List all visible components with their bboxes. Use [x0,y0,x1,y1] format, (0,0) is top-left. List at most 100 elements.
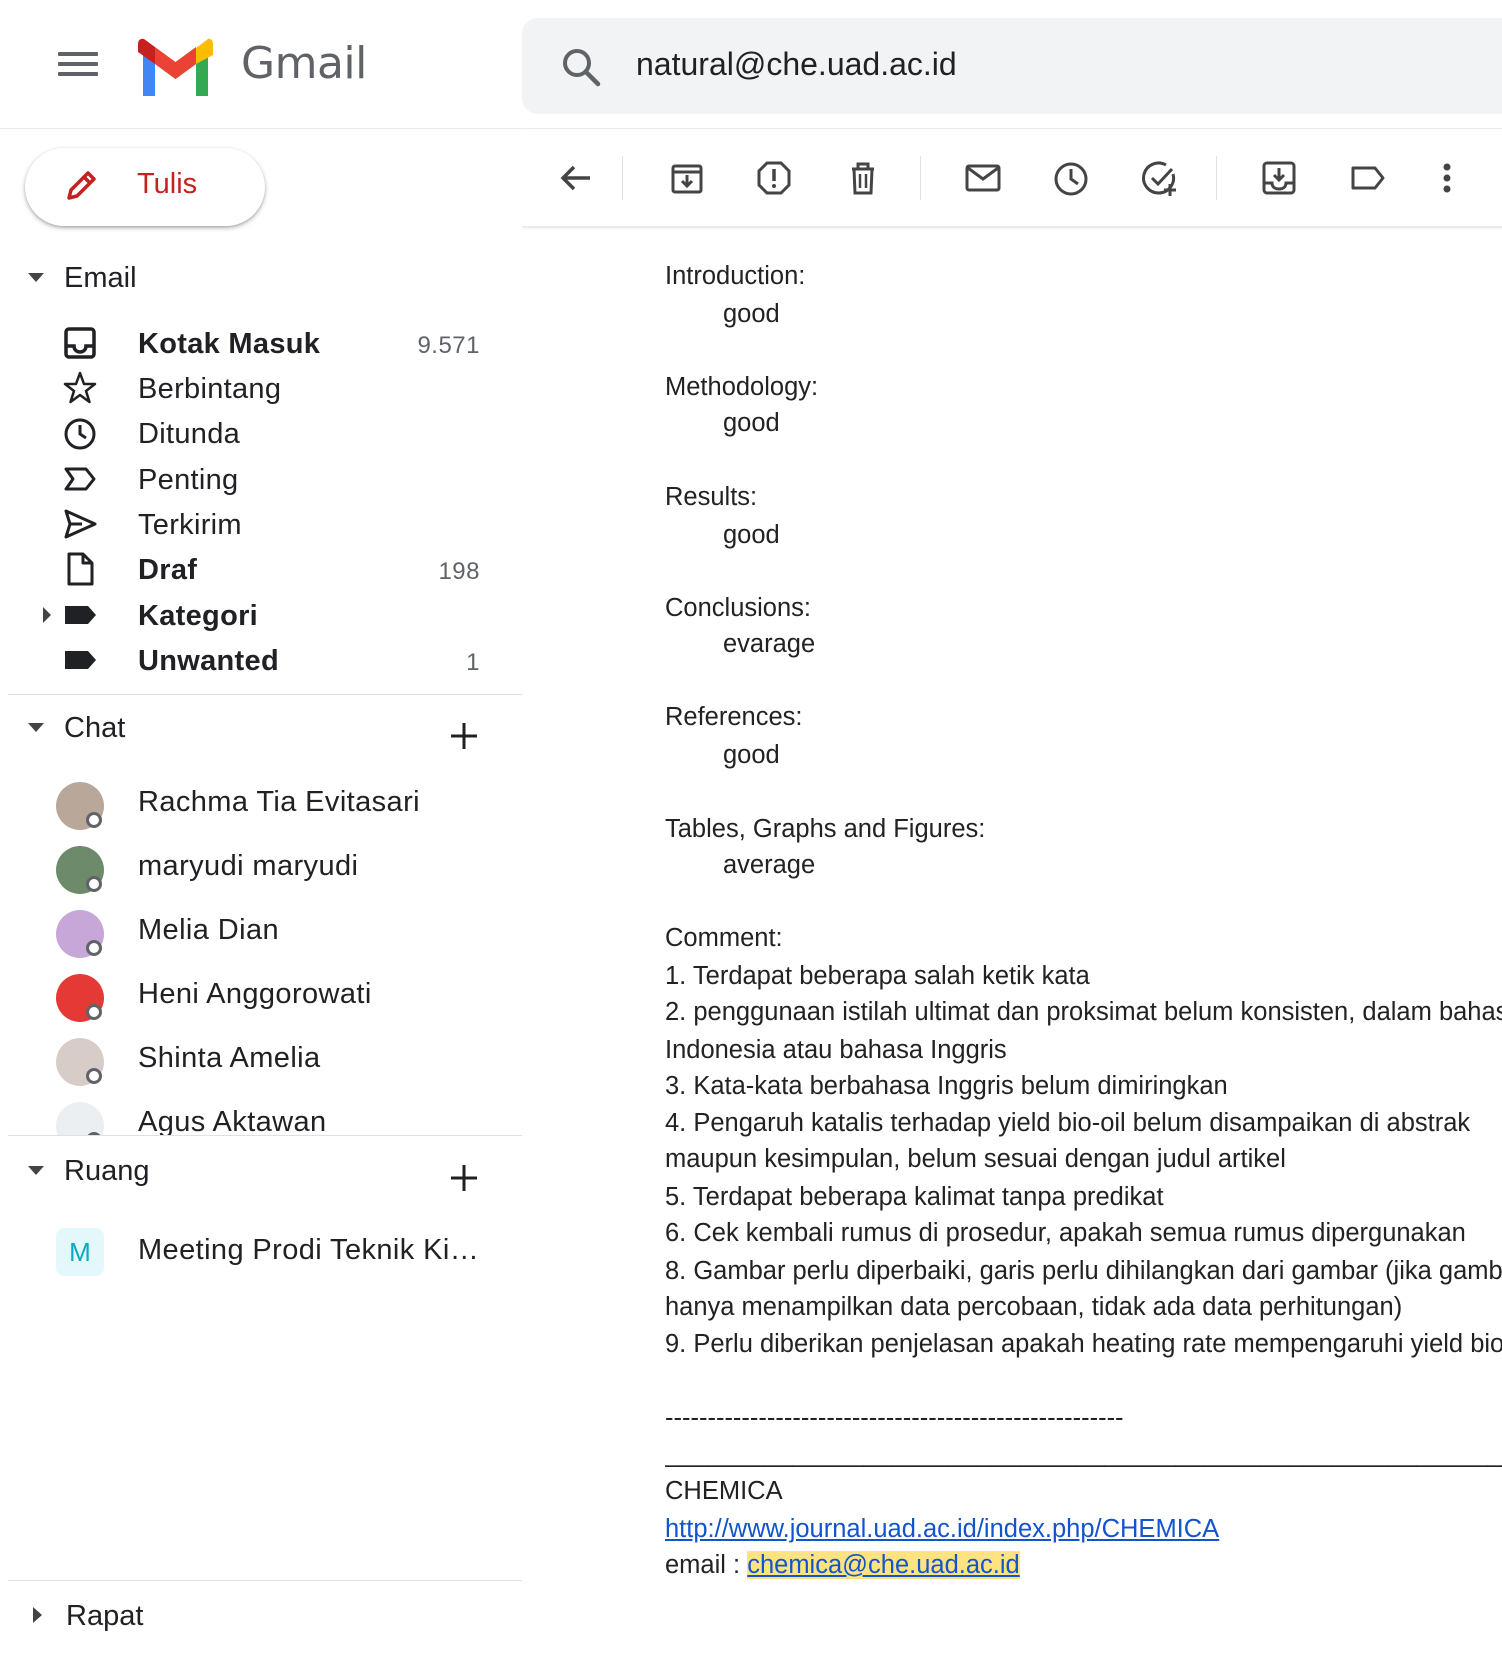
inbox-icon [64,327,96,359]
comment-line: 6. Cek kembali rumus di prosedur, apakah… [665,1219,1466,1247]
signature-name: CHEMICA [665,1477,783,1505]
toolbar-divider [1216,156,1217,200]
nav-item-inbox[interactable]: Kotak Masuk 9.571 [8,320,522,366]
clock-icon [64,418,96,450]
meet-section-title: Rapat [66,1600,144,1632]
presence-status-icon [86,940,102,956]
nav-item-snoozed[interactable]: Ditunda [8,410,522,456]
spaces-section-title: Ruang [64,1155,150,1187]
nav-item-sent[interactable]: Terkirim [8,501,522,547]
space-name: Meeting Prodi Teknik Ki… [138,1234,480,1266]
chat-section-header[interactable]: Chat [25,712,125,752]
start-chat-plus-icon[interactable] [448,720,480,752]
chat-contact-name: Rachma Tia Evitasari [138,786,420,818]
review-value: good [723,300,780,328]
signature-email-link[interactable]: chemica@che.uad.ac.id [747,1551,1020,1579]
journal-link[interactable]: http://www.journal.uad.ac.id/index.php/C… [665,1515,1219,1543]
email-label: email : [665,1551,748,1579]
delete-icon[interactable] [843,158,883,198]
chat-contact-name: Melia Dian [138,914,279,946]
comment-line: 2. penggunaan istilah ultimat dan proksi… [665,998,1502,1026]
comment-line: Indonesia atau bahasa Inggris [665,1036,1007,1064]
top-bar: Gmail natural@che.uad.ac.id [0,0,1502,129]
add-task-icon[interactable] [1140,158,1180,198]
label-icon[interactable] [1348,158,1388,198]
review-value: good [723,741,780,769]
nav-item-important[interactable]: Penting [8,456,522,502]
email-section-title: Email [64,262,137,294]
review-heading: Conclusions: [665,594,811,622]
back-icon[interactable] [556,158,596,198]
review-value: good [723,521,780,549]
chat-item[interactable]: maryudi maryudi [8,836,522,900]
nav-label: Penting [138,464,239,496]
chat-item[interactable]: Melia Dian [8,900,522,964]
expand-caret-icon [33,1607,42,1624]
search-bar[interactable]: natural@che.uad.ac.id [522,18,1502,114]
nav-label: Ditunda [138,418,241,450]
search-icon[interactable] [560,46,602,88]
archive-icon[interactable] [667,158,707,198]
unread-count: 9.571 [417,332,480,359]
nav-label: Draf [138,554,198,586]
unread-count: 1 [466,649,480,676]
section-divider [8,694,522,695]
more-icon[interactable] [1427,158,1467,198]
chat-contact-name: Agus Aktawan [138,1106,327,1136]
avatar [56,1102,104,1136]
presence-status-icon [86,1068,102,1084]
comment-line: 4. Pengaruh katalis terhadap yield bio-o… [665,1109,1471,1137]
nav-item-categories[interactable]: Kategori [8,592,522,638]
review-heading: Tables, Graphs and Figures: [665,815,986,843]
nav-item-unwanted[interactable]: Unwanted 1 [8,637,522,683]
mark-unread-icon[interactable] [963,158,1003,198]
meet-section-header[interactable]: Rapat [25,1600,143,1640]
nav-label: Berbintang [138,373,282,405]
signature-link-row: http://www.journal.uad.ac.id/index.php/C… [665,1515,1219,1544]
draft-count: 198 [438,558,480,585]
comment-line: 5. Terdapat beberapa kalimat tanpa predi… [665,1183,1164,1211]
label-icon [65,651,96,669]
collapse-caret-icon [28,722,44,732]
comment-line: 1. Terdapat beberapa salah ketik kata [665,962,1090,990]
nav-label: Terkirim [138,509,242,541]
nav-label: Unwanted [138,645,279,677]
send-icon [64,509,97,539]
collapse-caret-icon [28,272,44,282]
main-menu-icon[interactable] [58,48,98,84]
section-divider [8,1135,522,1136]
toolbar-divider [920,156,921,200]
review-heading: Methodology: [665,373,819,401]
comment-line: 9. Perlu diberikan penjelasan apakah hea… [665,1330,1502,1358]
chat-item[interactable]: Shinta Amelia [8,1028,522,1092]
email-section-header[interactable]: Email [25,262,137,302]
nav-label: Kategori [138,600,259,632]
chat-item[interactable]: Agus Aktawan [8,1092,522,1136]
chat-item[interactable]: Rachma Tia Evitasari [8,772,522,836]
review-heading: Results: [665,483,758,511]
chat-contact-name: maryudi maryudi [138,850,359,882]
compose-button[interactable]: Tulis [25,148,265,226]
report-spam-icon[interactable] [754,158,794,198]
move-to-icon[interactable] [1259,158,1299,198]
compose-label: Tulis [137,168,198,200]
comment-line: 3. Kata-kata berbahasa Inggris belum dim… [665,1072,1228,1100]
snooze-icon[interactable] [1051,158,1091,198]
nav-item-drafts[interactable]: Draf 198 [8,546,522,592]
chat-item[interactable]: Heni Anggorowati [8,964,522,1028]
section-divider [8,1580,522,1581]
gmail-logo-icon[interactable] [138,38,213,96]
presence-status-icon [86,812,102,828]
message-toolbar [522,130,1502,227]
review-heading: Introduction: [665,262,806,290]
expand-caret-icon[interactable] [43,607,51,623]
review-heading: References: [665,703,803,731]
search-input[interactable]: natural@che.uad.ac.id [636,46,957,83]
space-item[interactable]: M Meeting Prodi Teknik Ki… [8,1222,522,1282]
chat-list: Rachma Tia Evitasari maryudi maryudi Mel… [8,772,522,1136]
nav-item-starred[interactable]: Berbintang [8,365,522,411]
create-space-plus-icon[interactable] [448,1162,480,1194]
presence-status-icon [86,1004,102,1020]
review-value: average [723,851,816,879]
spaces-section-header[interactable]: Ruang [25,1155,149,1195]
